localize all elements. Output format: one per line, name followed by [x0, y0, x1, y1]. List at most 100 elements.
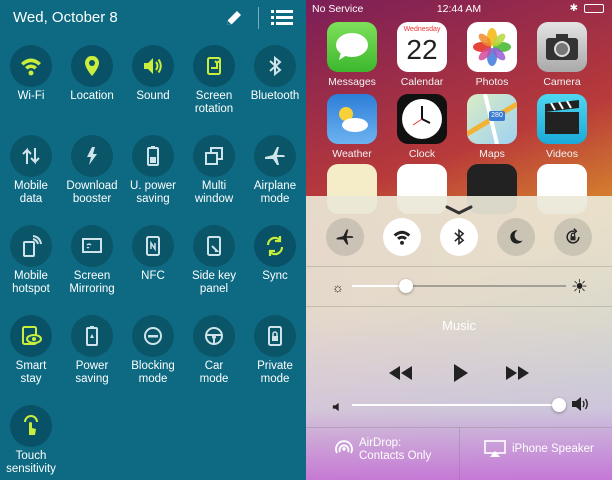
rewind-icon	[389, 366, 412, 380]
screen-mirroring-icon	[71, 225, 113, 267]
airdrop-button[interactable]: AirDrop: Contacts Only	[306, 428, 459, 480]
slider-knob[interactable]	[552, 398, 566, 412]
slider-knob[interactable]	[399, 279, 413, 293]
bluetooth-toggle[interactable]	[440, 218, 478, 256]
app-maps[interactable]: 280 Maps	[462, 94, 522, 164]
tile-screen-rotation[interactable]: Screen rotation	[183, 45, 245, 131]
car-mode-icon	[193, 315, 235, 357]
header-divider	[258, 7, 259, 29]
status-time: 12:44 AM	[436, 3, 482, 15]
app-clock[interactable]: Clock	[392, 94, 452, 164]
list-view-icon[interactable]	[271, 9, 293, 27]
quick-panel-header: Wed, October 8	[0, 0, 306, 37]
messages-icon	[327, 22, 377, 72]
tile-label: Touch sensitivity	[6, 450, 56, 475]
do-not-disturb-toggle[interactable]	[497, 218, 535, 256]
speaker-label: iPhone Speaker	[512, 443, 594, 455]
nfc-icon	[132, 225, 174, 267]
app-label: Clock	[408, 148, 436, 160]
wifi-icon	[393, 230, 411, 245]
brightness-low-icon: ☼	[332, 280, 344, 295]
calendar-date: 22	[406, 34, 438, 65]
app-camera[interactable]: Camera	[532, 22, 592, 92]
tile-blocking-mode[interactable]: Blocking mode	[122, 315, 184, 401]
smart-stay-icon	[10, 315, 52, 357]
tile-side-key-panel[interactable]: Side key panel	[183, 225, 245, 311]
camera-icon	[537, 22, 587, 72]
airplane-toggle[interactable]	[326, 218, 364, 256]
tile-download-booster[interactable]: Download booster	[61, 135, 123, 221]
fast-forward-icon	[506, 366, 529, 380]
blocking-mode-icon	[132, 315, 174, 357]
tile-mobile-hotspot[interactable]: Mobile hotspot	[0, 225, 62, 311]
slider-fill	[352, 404, 566, 406]
android-quick-settings-panel: Wed, October 8 Wi-Fi Location Sound Scre…	[0, 0, 306, 480]
videos-icon	[537, 94, 587, 144]
bluetooth-icon	[254, 45, 296, 87]
rewind-button[interactable]	[386, 362, 414, 384]
tile-sync[interactable]: Sync	[244, 225, 306, 311]
tile-bluetooth[interactable]: Bluetooth	[244, 45, 306, 131]
brightness-high-icon: ☀	[571, 277, 589, 298]
tile-sound[interactable]: Sound	[122, 45, 184, 131]
app-label: Camera	[543, 76, 581, 88]
wifi-toggle[interactable]	[383, 218, 421, 256]
date-label: Wed, October 8	[13, 9, 118, 26]
tile-location[interactable]: Location	[61, 45, 123, 131]
photos-icon	[467, 22, 517, 72]
app-weather[interactable]: Weather	[322, 94, 382, 164]
edit-pencil-icon[interactable]	[224, 8, 244, 28]
brightness-slider[interactable]	[352, 276, 566, 296]
app-label: Videos	[546, 148, 578, 160]
bluetooth-icon	[454, 228, 465, 246]
maps-shield: 280	[491, 112, 503, 119]
rotation-lock-toggle[interactable]	[554, 218, 592, 256]
tile-label: Bluetooth	[250, 90, 300, 102]
tile-wifi[interactable]: Wi-Fi	[0, 45, 62, 131]
power-saving-icon	[71, 315, 113, 357]
tile-nfc[interactable]: NFC	[122, 225, 184, 311]
tile-screen-mirroring[interactable]: Screen Mirroring	[61, 225, 123, 311]
volume-slider[interactable]	[352, 395, 566, 415]
slider-fill	[352, 285, 406, 287]
app-label: Maps	[479, 148, 505, 160]
multi-window-icon	[193, 135, 235, 177]
sync-icon	[254, 225, 296, 267]
app-calendar[interactable]: Wednesday 22 Calendar	[392, 22, 452, 92]
side-key-panel-icon	[193, 225, 235, 267]
maps-icon: 280	[467, 94, 517, 144]
tile-touch-sensitivity[interactable]: Touch sensitivity	[0, 405, 62, 480]
moon-icon	[510, 230, 523, 244]
airplay-button[interactable]: iPhone Speaker	[460, 428, 612, 480]
calendar-icon: Wednesday 22	[397, 22, 447, 72]
tile-private-mode[interactable]: Private mode	[244, 315, 306, 401]
divider	[306, 306, 612, 307]
airdrop-label: AirDrop:	[359, 437, 402, 449]
volume-low-icon	[332, 399, 342, 417]
tile-power-saving[interactable]: Power saving	[61, 315, 123, 401]
mobile-data-icon	[10, 135, 52, 177]
app-label: Photos	[475, 76, 509, 88]
tile-label: Airplane mode	[253, 180, 297, 205]
fast-forward-button[interactable]	[504, 362, 532, 384]
control-center-grabber-icon[interactable]	[445, 202, 473, 215]
control-center: ☼ ☀ Music AirDrop: Contacts Only iPhone …	[306, 196, 612, 480]
tile-car-mode[interactable]: Car mode	[183, 315, 245, 401]
tile-u-power-saving[interactable]: U. power saving	[122, 135, 184, 221]
battery-icon	[584, 4, 604, 13]
tile-mobile-data[interactable]: Mobile data	[0, 135, 62, 221]
tile-multi-window[interactable]: Multi window	[183, 135, 245, 221]
rotation-lock-icon	[566, 228, 580, 244]
divider	[306, 266, 612, 267]
tile-airplane-mode[interactable]: Airplane mode	[244, 135, 306, 221]
tile-label: Private mode	[257, 360, 293, 385]
app-photos[interactable]: Photos	[462, 22, 522, 92]
screen-rotation-icon	[193, 45, 235, 87]
play-button[interactable]	[447, 362, 475, 384]
airplane-icon	[254, 135, 296, 177]
app-videos[interactable]: Videos	[532, 94, 592, 164]
play-icon	[454, 364, 468, 382]
tile-smart-stay[interactable]: Smart stay	[0, 315, 62, 401]
app-messages[interactable]: Messages	[322, 22, 382, 92]
hotspot-icon	[10, 225, 52, 267]
